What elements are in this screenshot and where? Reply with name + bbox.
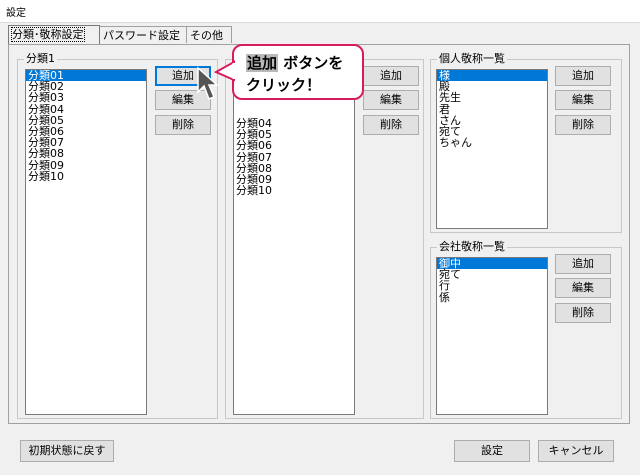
list-item[interactable]: 分類10 (26, 170, 146, 181)
list-item[interactable]: 様 (437, 70, 547, 81)
tab-other[interactable]: その他 (186, 26, 232, 43)
add-button[interactable]: 追加 (555, 254, 611, 274)
title-bar: 設定 (0, 0, 640, 23)
list-item[interactable]: 分類09 (26, 159, 146, 170)
callout-highlight: 追加 (246, 54, 279, 72)
group-personal-honorifics: 個人敬称一覧 様 殿 先生 君 さん 宛て ちゃん 追加 編集 削除 (430, 52, 622, 233)
list-item[interactable]: 分類06 (234, 140, 354, 151)
company-honorific-list[interactable]: 御中 宛て 行 係 (436, 257, 548, 415)
group-classification-2: 分類04 分類05 分類06 分類07 分類08 分類09 分類10 追加 編集… (225, 59, 424, 419)
group-company-honorifics: 会社敬称一覧 御中 宛て 行 係 追加 編集 削除 (430, 240, 622, 419)
callout-line-1: 追加 ボタンを (246, 52, 343, 73)
window-title: 設定 (6, 8, 26, 19)
mouse-cursor-icon (197, 66, 219, 100)
list-item[interactable]: 分類10 (234, 185, 354, 196)
personal-honorific-list[interactable]: 様 殿 先生 君 さん 宛て ちゃん (436, 69, 548, 229)
ok-button[interactable]: 設定 (454, 440, 530, 462)
list-item[interactable]: 分類08 (26, 148, 146, 159)
list-item[interactable]: 宛て (437, 269, 547, 280)
edit-button[interactable]: 編集 (363, 90, 419, 110)
tab-password[interactable]: パスワード設定 (99, 26, 187, 43)
edit-button[interactable]: 編集 (555, 90, 611, 110)
callout-line-1-rest: ボタンを (278, 54, 344, 72)
add-button[interactable]: 追加 (363, 66, 419, 86)
reset-defaults-button[interactable]: 初期状態に戻す (20, 440, 114, 462)
list-item[interactable]: 分類03 (26, 92, 146, 103)
list-item[interactable]: 先生 (437, 92, 547, 103)
instruction-callout: 追加 ボタンを クリック！ (232, 44, 364, 100)
list-item[interactable]: 行 (437, 280, 547, 291)
delete-button[interactable]: 削除 (363, 115, 419, 135)
cancel-button[interactable]: キャンセル (538, 440, 614, 462)
classification-2-list[interactable]: 分類04 分類05 分類06 分類07 分類08 分類09 分類10 (233, 69, 355, 415)
tab-classification-honorific[interactable]: 分類･敬称設定 (8, 25, 100, 44)
company-honorifics-label: 会社敬称一覧 (437, 240, 507, 254)
group-classification-1: 分類1 分類01 分類02 分類03 分類04 分類05 分類06 分類07 分… (17, 52, 218, 419)
classification-1-list[interactable]: 分類01 分類02 分類03 分類04 分類05 分類06 分類07 分類08 … (25, 69, 147, 415)
delete-button[interactable]: 削除 (555, 115, 611, 135)
tab-panel: 分類1 分類01 分類02 分類03 分類04 分類05 分類06 分類07 分… (8, 44, 630, 424)
delete-button[interactable]: 削除 (555, 303, 611, 323)
personal-honorifics-label: 個人敬称一覧 (437, 52, 507, 66)
list-item[interactable]: 係 (437, 291, 547, 302)
edit-button[interactable]: 編集 (555, 278, 611, 298)
list-item[interactable]: ちゃん (437, 137, 547, 148)
group-classification-1-label: 分類1 (24, 52, 57, 66)
callout-line-2: クリック！ (246, 76, 322, 94)
delete-button[interactable]: 削除 (155, 115, 211, 135)
add-button[interactable]: 追加 (555, 66, 611, 86)
